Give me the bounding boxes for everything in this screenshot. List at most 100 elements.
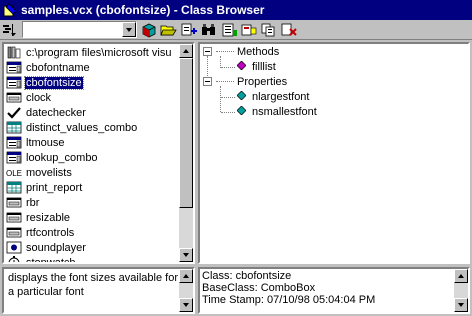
class-name-line: Class: cbofontsize bbox=[202, 270, 292, 282]
class-list-item-label: ltmouse bbox=[26, 136, 65, 149]
class-list-item[interactable]: datechecker bbox=[4, 105, 87, 120]
checkmark-icon bbox=[6, 106, 22, 119]
grid-icon bbox=[6, 121, 22, 134]
baseclass-line: BaseClass: ComboBox bbox=[202, 282, 316, 294]
class-list-item-label: movelists bbox=[26, 166, 72, 179]
filter-icon bbox=[3, 23, 16, 36]
combo-class-icon bbox=[6, 151, 22, 164]
class-list[interactable]: c:\program files\microsoft visu cbofontna… bbox=[2, 42, 195, 264]
cube-icon bbox=[142, 23, 156, 37]
title-bar[interactable]: samples.vcx (cbofontsize) - Class Browse… bbox=[0, 0, 472, 20]
class-list-item[interactable]: print_report bbox=[4, 180, 83, 195]
class-list-item[interactable]: ltmouse bbox=[4, 135, 66, 150]
method-icon bbox=[236, 60, 247, 73]
class-list-item-label: lookup_combo bbox=[26, 151, 98, 164]
class-list-item[interactable]: distinct_values_combo bbox=[4, 120, 138, 135]
ole-icon: OLE bbox=[6, 166, 22, 179]
class-list-item-label: clock bbox=[26, 91, 52, 104]
members-tree[interactable]: Methods filllist Properties nlargestfont… bbox=[198, 42, 470, 264]
class-list-item[interactable]: soundplayer bbox=[4, 240, 87, 255]
class-list-item-label: cbofontname bbox=[26, 61, 90, 74]
class-list-item[interactable]: cbofontname bbox=[4, 60, 91, 75]
type-filter-button[interactable] bbox=[0, 21, 20, 39]
info-scrollbar[interactable] bbox=[454, 269, 468, 312]
open-button[interactable] bbox=[159, 21, 179, 39]
binoculars-icon bbox=[202, 23, 215, 35]
open-folder-icon bbox=[160, 25, 177, 35]
container-icon bbox=[6, 226, 22, 239]
class-list-item[interactable]: cbofontsize bbox=[4, 75, 84, 90]
scroll-thumb[interactable] bbox=[179, 58, 193, 208]
svg-text:OLE: OLE bbox=[6, 169, 22, 178]
class-list-item[interactable]: c:\program files\microsoft visu bbox=[4, 45, 172, 60]
class-list-item-label: cbofontsize bbox=[24, 75, 84, 90]
custom-icon bbox=[6, 241, 22, 254]
methods-label: Methods bbox=[237, 45, 280, 58]
redefine-button[interactable] bbox=[219, 21, 239, 39]
class-list-scrollbar[interactable] bbox=[179, 44, 193, 262]
scroll-up-button[interactable] bbox=[179, 269, 193, 283]
remove-icon bbox=[281, 23, 297, 36]
class-description[interactable]: displays the font sizes available for a … bbox=[2, 267, 195, 314]
class-list-item[interactable]: stopwatch bbox=[4, 255, 77, 264]
description-scrollbar[interactable] bbox=[179, 269, 193, 312]
clean-up-button[interactable] bbox=[239, 21, 259, 39]
remove-button[interactable] bbox=[279, 21, 299, 39]
method-label: filllist bbox=[252, 60, 276, 73]
methods-node[interactable]: Methods bbox=[203, 44, 279, 59]
description-text: displays the font sizes available for a … bbox=[8, 272, 178, 298]
class-list-item-label: datechecker bbox=[26, 106, 86, 119]
properties-label: Properties bbox=[237, 75, 288, 88]
class-list-item[interactable]: lookup_combo bbox=[4, 150, 99, 165]
scroll-down-button[interactable] bbox=[454, 298, 468, 312]
combo-class-icon bbox=[6, 136, 22, 149]
property-icon bbox=[236, 105, 247, 118]
class-list-item[interactable]: rtfcontrols bbox=[4, 225, 75, 240]
container-icon bbox=[6, 211, 22, 224]
scroll-down-button[interactable] bbox=[179, 248, 193, 262]
properties-node[interactable]: Properties bbox=[203, 74, 287, 89]
scroll-up-button[interactable] bbox=[179, 44, 193, 58]
combo-class-icon bbox=[6, 61, 22, 74]
scroll-up-button[interactable] bbox=[454, 269, 468, 283]
window-title: samples.vcx (cbofontsize) - Class Browse… bbox=[21, 3, 265, 17]
chevron-down-icon[interactable] bbox=[122, 22, 136, 37]
redefine-icon bbox=[222, 23, 237, 36]
method-item[interactable]: filllist bbox=[236, 59, 276, 74]
add-file-icon bbox=[181, 23, 197, 35]
class-list-item[interactable]: resizable bbox=[4, 210, 71, 225]
collapse-methods-icon[interactable] bbox=[203, 47, 212, 56]
combo-class-icon bbox=[6, 76, 22, 89]
class-list-item-label: stopwatch bbox=[26, 256, 76, 264]
grid-icon bbox=[6, 181, 22, 194]
class-list-item-label: rbr bbox=[26, 196, 40, 209]
property-label: nlargestfont bbox=[252, 90, 310, 103]
copy-button[interactable] bbox=[259, 21, 279, 39]
container-icon bbox=[6, 91, 22, 104]
class-browser-icon bbox=[3, 3, 17, 17]
clean-up-icon bbox=[241, 24, 257, 35]
class-list-item-label: soundplayer bbox=[26, 241, 86, 254]
class-list-item[interactable]: clock bbox=[4, 90, 52, 105]
scroll-down-button[interactable] bbox=[179, 298, 193, 312]
class-list-item-label: c:\program files\microsoft visu bbox=[26, 46, 172, 59]
class-list-item-label: print_report bbox=[26, 181, 83, 194]
property-item[interactable]: nsmallestfont bbox=[236, 104, 317, 119]
property-label: nsmallestfont bbox=[252, 105, 317, 118]
library-icon bbox=[6, 46, 22, 59]
view-additional-button[interactable] bbox=[179, 21, 199, 39]
timestamp-line: Time Stamp: 07/10/98 05:04:04 PM bbox=[202, 294, 376, 306]
stopwatch-icon bbox=[6, 256, 22, 262]
component-gallery-button[interactable] bbox=[139, 21, 159, 39]
property-item[interactable]: nlargestfont bbox=[236, 89, 310, 104]
class-list-item[interactable]: OLE movelists bbox=[4, 165, 73, 180]
class-list-item[interactable]: rbr bbox=[4, 195, 40, 210]
class-info: Class: cbofontsize BaseClass: ComboBox T… bbox=[198, 267, 470, 314]
find-button[interactable] bbox=[199, 21, 219, 39]
copy-icon bbox=[261, 23, 275, 36]
toolbar bbox=[0, 20, 472, 40]
collapse-properties-icon[interactable] bbox=[203, 77, 212, 86]
property-icon bbox=[236, 90, 247, 103]
class-list-item-label: resizable bbox=[26, 211, 71, 224]
class-type-combo[interactable] bbox=[22, 21, 137, 38]
